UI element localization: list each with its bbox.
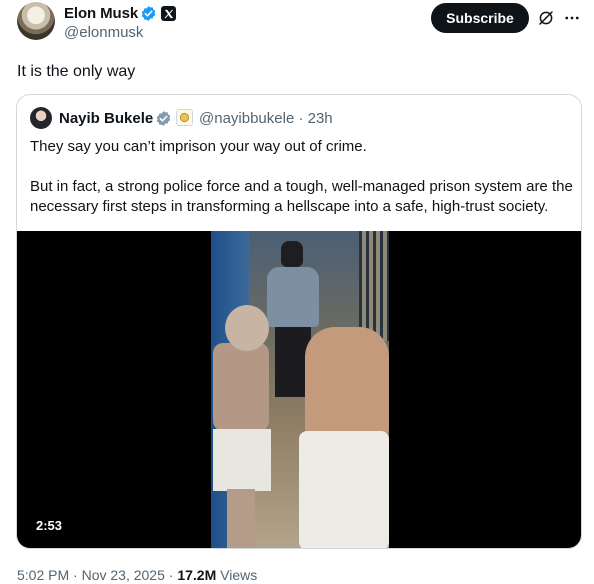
author-name[interactable]: Elon Musk	[64, 5, 138, 22]
quoted-author-name[interactable]: Nayib Bukele	[59, 110, 153, 127]
tweet-date[interactable]: Nov 23, 2025	[82, 567, 165, 583]
grok-icon[interactable]	[537, 9, 555, 27]
quoted-handle-time[interactable]: @nayibbukele · 23h	[199, 110, 333, 127]
quoted-text-line1: They say you can’t imprison your way out…	[30, 138, 367, 155]
subscribe-button[interactable]: Subscribe	[431, 3, 529, 33]
more-options-icon[interactable]	[563, 9, 581, 27]
video-thumbnail	[211, 231, 389, 548]
verified-badge-icon	[156, 111, 171, 126]
quoted-tweet[interactable]: Nayib Bukele @nayibbukele · 23h They say…	[16, 94, 582, 549]
views-label: Views	[220, 567, 258, 583]
quoted-text-paragraph: But in fact, a strong police force and a…	[30, 178, 573, 215]
author-badges	[140, 5, 176, 22]
views-count: 17.2M	[177, 567, 217, 583]
tweet-text: It is the only way	[17, 63, 136, 80]
x-logo-icon	[161, 6, 176, 21]
author-avatar[interactable]	[17, 2, 55, 40]
verified-badge-icon	[141, 6, 156, 21]
government-seal-icon	[176, 109, 193, 126]
author-handle[interactable]: @elonmusk	[64, 24, 143, 41]
tweet-meta: 5:02 PM · Nov 23, 2025 · 17.2M Views	[17, 567, 258, 583]
video-duration: 2:53	[31, 516, 68, 535]
quoted-author-avatar[interactable]	[30, 107, 52, 129]
tweet-time[interactable]: 5:02 PM	[17, 567, 69, 583]
video-player[interactable]: 2:53	[17, 231, 581, 548]
